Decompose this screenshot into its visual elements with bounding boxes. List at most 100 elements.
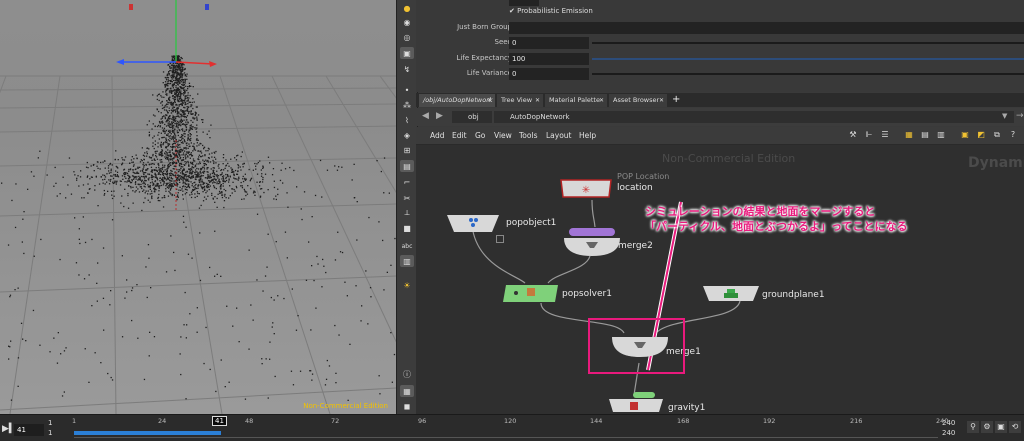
table-icon[interactable]: ▥ [936,130,946,140]
menu-help[interactable]: Help [579,131,596,140]
help-icon[interactable]: ? [1008,130,1018,140]
scene-viewport[interactable]: Non-Commercial Edition [0,0,396,414]
camera-view-icon[interactable]: ◼ [400,400,414,412]
life-variance-slider[interactable] [592,73,1024,75]
node-merge2-label: merge2 [618,241,653,251]
param-row-variance: Life Variance 0 [416,68,1024,81]
network-box-icon[interactable]: ⧉ [992,130,1002,140]
breadcrumb-obj[interactable]: obj [452,111,492,123]
param-row-emission: ✔ Probabilistic Emission [416,7,1024,20]
render-icon[interactable]: ▦ [400,385,414,397]
add-tab-button[interactable]: + [672,93,680,107]
seed-field[interactable]: 0 [509,37,589,49]
annotation-line-2: 「パーティクル、地面とぶつかるよ」ってことになる [645,220,908,233]
key-icon[interactable]: ⚲ [967,421,979,433]
back-arrow-icon[interactable]: ◀ [422,111,429,121]
timeline-tools: ⚲ ⚙ ▣ ⟲ [967,421,1023,433]
tab-tree-view[interactable]: Tree View ✕ [497,94,543,107]
snapshot-icon[interactable]: ▣ [995,421,1007,433]
node-location-label: location [617,183,653,193]
node-popsolver1-label: popsolver1 [562,289,612,299]
grid-icon[interactable]: ⊞ [400,144,414,156]
abc-icon[interactable]: abc [400,240,414,252]
frame-icon[interactable]: ⌐ [400,176,414,188]
pin-icon[interactable]: ⟂ [400,207,414,219]
end-frame[interactable]: 240 [942,419,955,427]
background-icon[interactable]: ▥ [400,255,414,267]
align-icon[interactable]: ⊩ [864,130,874,140]
wrench-icon[interactable]: ⚒ [848,130,858,140]
probabilistic-emission-label: Probabilistic Emission [517,7,593,15]
tab-material-palette[interactable]: Material Palette ✕ [545,94,607,107]
ground-grid [0,75,396,414]
life-variance-field[interactable]: 0 [509,68,589,80]
list-icon[interactable]: ☰ [880,130,890,140]
close-icon[interactable]: ✕ [659,94,664,107]
light-bulb-icon[interactable]: ☀ [400,279,414,291]
just-born-group-field[interactable] [509,22,1024,34]
menu-add[interactable]: Add [430,131,445,140]
close-icon[interactable]: ✕ [599,94,604,107]
timeline-ruler[interactable]: 1 24 48 72 96 120 144 168 192 216 240 [72,417,948,439]
node-location-type: POP Location [617,172,670,181]
param-field-top[interactable] [509,0,539,6]
chevron-down-icon[interactable]: ▼ [1002,112,1007,120]
forward-arrow-icon[interactable]: ▶ [436,111,443,121]
parameter-pane: ✔ Probabilistic Emission Just Born Group… [416,0,1024,92]
handle-icon[interactable]: ↯ [400,63,414,75]
cut-icon[interactable]: ✂ [400,192,414,204]
settings-icon[interactable]: ⚙ [981,421,993,433]
life-expectancy-field[interactable]: 100 [509,53,589,65]
ghost-icon[interactable]: ⁂ [400,99,414,111]
breadcrumb-autodopnetwork[interactable]: AutoDopNetwork [494,111,1014,123]
layout-icon[interactable]: ▤ [920,130,930,140]
sticky-note-icon[interactable]: ▣ [960,130,970,140]
point-icon[interactable]: • [400,84,414,96]
start-frame[interactable]: 1 [48,419,52,427]
tab-label: Asset Browser [613,96,660,104]
menu-edit[interactable]: Edit [452,131,467,140]
wire-icon[interactable]: ⌇ [400,114,414,126]
end-frame-2[interactable]: 240 [942,429,955,437]
seed-slider[interactable] [592,42,1024,44]
close-icon[interactable]: ✕ [535,94,540,107]
life-expectancy-slider[interactable] [592,58,1024,60]
display-icon[interactable]: ◉ [400,16,414,28]
menu-go[interactable]: Go [475,131,485,140]
camera-icon[interactable]: ▣ [400,47,414,59]
tab-asset-browser[interactable]: Asset Browser ✕ [609,94,667,107]
stop-icon[interactable]: ■ [400,222,414,234]
light-icon[interactable]: ● [400,2,414,14]
timeline-tick: 168 [677,417,690,425]
current-frame-field[interactable]: 41 [14,424,44,436]
pane-tabs: /obj/AutoDopNetwork ✕ Tree View ✕ Material… [416,93,1024,107]
playback-range-bar[interactable] [74,431,221,435]
grid-view-icon[interactable]: ▦ [904,130,914,140]
snap-icon[interactable]: ◎ [400,31,414,43]
probabilistic-emission-checkbox[interactable]: ✔ Probabilistic Emission [509,7,593,15]
shading-mode-icon[interactable]: ▤ [400,160,414,172]
timeline-tick: 72 [331,417,340,425]
timeline-tick: 120 [504,417,517,425]
menu-tools[interactable]: Tools [519,131,537,140]
non-commercial-badge: Non-Commercial Edition [303,402,388,410]
tab-label: /obj/AutoDopNetwork [423,96,493,104]
start-frame-2[interactable]: 1 [48,429,52,437]
tab-label: Tree View [501,96,533,104]
realtime-icon[interactable]: ⟲ [1009,421,1021,433]
menu-view[interactable]: View [494,131,512,140]
tab-autodopnetwork[interactable]: /obj/AutoDopNetwork ✕ [419,94,495,107]
param-row-seed: Seed 0 [416,37,1024,50]
close-icon[interactable]: ✕ [487,94,492,107]
param-row-top [416,0,1024,7]
note-icon[interactable]: ◩ [976,130,986,140]
param-row-life: Life Expectancy 100 [416,53,1024,66]
svg-text:✳: ✳ [582,185,590,196]
shade-icon[interactable]: ◈ [400,129,414,141]
arrow-icon[interactable]: → [1016,111,1024,121]
info-icon[interactable]: ⓘ [400,368,414,380]
network-menu-bar: Add Edit Go View Tools Layout Help ⚒ ⊩ ☰… [416,127,1024,145]
playhead-marker[interactable]: 41 [212,416,227,426]
menu-layout[interactable]: Layout [546,131,572,140]
network-editor[interactable]: Non-Commercial Edition Dynami ✳ POP Loca… [416,145,1024,414]
